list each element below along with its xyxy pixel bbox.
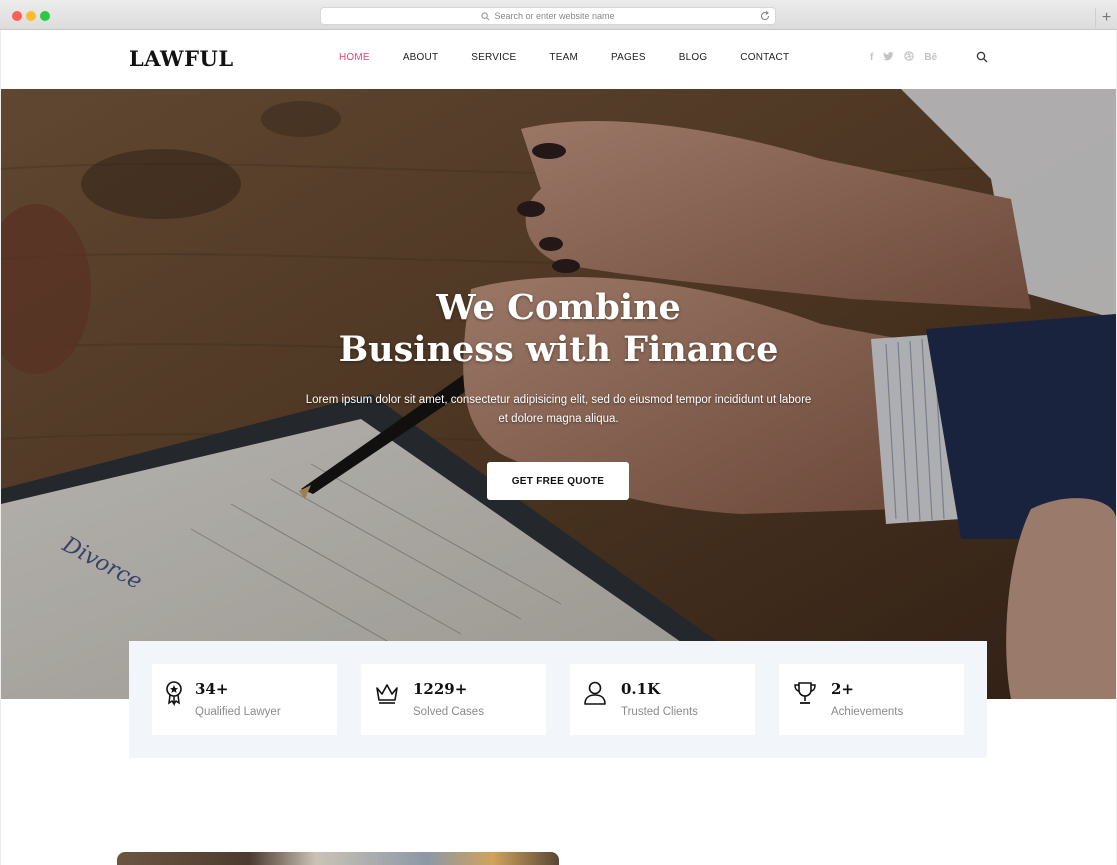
- menu-item-blog[interactable]: BLOG: [679, 52, 708, 63]
- site-logo[interactable]: LAWFUL: [129, 46, 234, 71]
- stat-card-achievements: 2+ Achievements: [779, 664, 964, 735]
- stat-label: Solved Cases: [413, 706, 484, 718]
- web-page: LAWFUL HOME ABOUT SERVICE TEAM PAGES BLO…: [1, 30, 1116, 865]
- stat-label: Qualified Lawyer: [195, 706, 281, 718]
- stat-value: 0.1K: [621, 680, 661, 698]
- search-icon: [481, 11, 490, 20]
- social-links: f Bē: [870, 51, 947, 64]
- stats-section: 34+ Qualified Lawyer 1229+ Solved Cases …: [129, 641, 987, 758]
- menu-item-contact[interactable]: CONTACT: [740, 52, 789, 63]
- section-image-preview: [117, 852, 559, 865]
- menu-item-team[interactable]: TEAM: [549, 52, 578, 63]
- trophy-icon: [794, 682, 816, 704]
- new-tab-button[interactable]: +: [1095, 8, 1117, 30]
- address-bar[interactable]: Search or enter website name: [320, 7, 776, 25]
- close-window-button[interactable]: [12, 11, 22, 21]
- award-icon: [166, 681, 182, 706]
- search-icon[interactable]: [976, 51, 988, 63]
- minimize-window-button[interactable]: [26, 11, 36, 21]
- stat-value: 2+: [831, 680, 855, 698]
- menu-item-about[interactable]: ABOUT: [403, 52, 438, 63]
- twitter-icon[interactable]: [883, 51, 894, 64]
- browser-toolbar: Search or enter website name +: [0, 0, 1117, 30]
- stat-label: Achievements: [831, 706, 904, 718]
- address-bar-placeholder: Search or enter website name: [494, 11, 615, 21]
- user-icon: [584, 681, 606, 705]
- behance-icon[interactable]: Bē: [924, 52, 937, 63]
- stat-value: 1229+: [413, 680, 468, 698]
- facebook-icon[interactable]: f: [870, 52, 873, 63]
- stat-card-clients: 0.1K Trusted Clients: [570, 664, 755, 735]
- hero-title-line-2: Business with Finance: [338, 329, 779, 370]
- stat-card-cases: 1229+ Solved Cases: [361, 664, 546, 735]
- crown-icon: [376, 684, 398, 704]
- menu-item-pages[interactable]: PAGES: [611, 52, 646, 63]
- stat-value: 34+: [195, 680, 229, 698]
- stat-label: Trusted Clients: [621, 706, 698, 718]
- reload-icon[interactable]: [759, 10, 771, 22]
- get-free-quote-button[interactable]: GET FREE QUOTE: [487, 462, 629, 500]
- stat-card-lawyers: 34+ Qualified Lawyer: [152, 664, 337, 735]
- hero-section: Divorce We Combine Business with Finance…: [1, 89, 1116, 699]
- zoom-window-button[interactable]: [40, 11, 50, 21]
- menu-item-home[interactable]: HOME: [339, 52, 370, 63]
- site-header: LAWFUL HOME ABOUT SERVICE TEAM PAGES BLO…: [1, 30, 1116, 89]
- menu-item-service[interactable]: SERVICE: [471, 52, 516, 63]
- dribbble-icon[interactable]: [904, 51, 915, 64]
- hero-title-line-1: We Combine: [436, 287, 681, 328]
- main-menu: HOME ABOUT SERVICE TEAM PAGES BLOG CONTA…: [339, 52, 822, 63]
- hero-description: Lorem ipsum dolor sit amet, consectetur …: [305, 394, 812, 425]
